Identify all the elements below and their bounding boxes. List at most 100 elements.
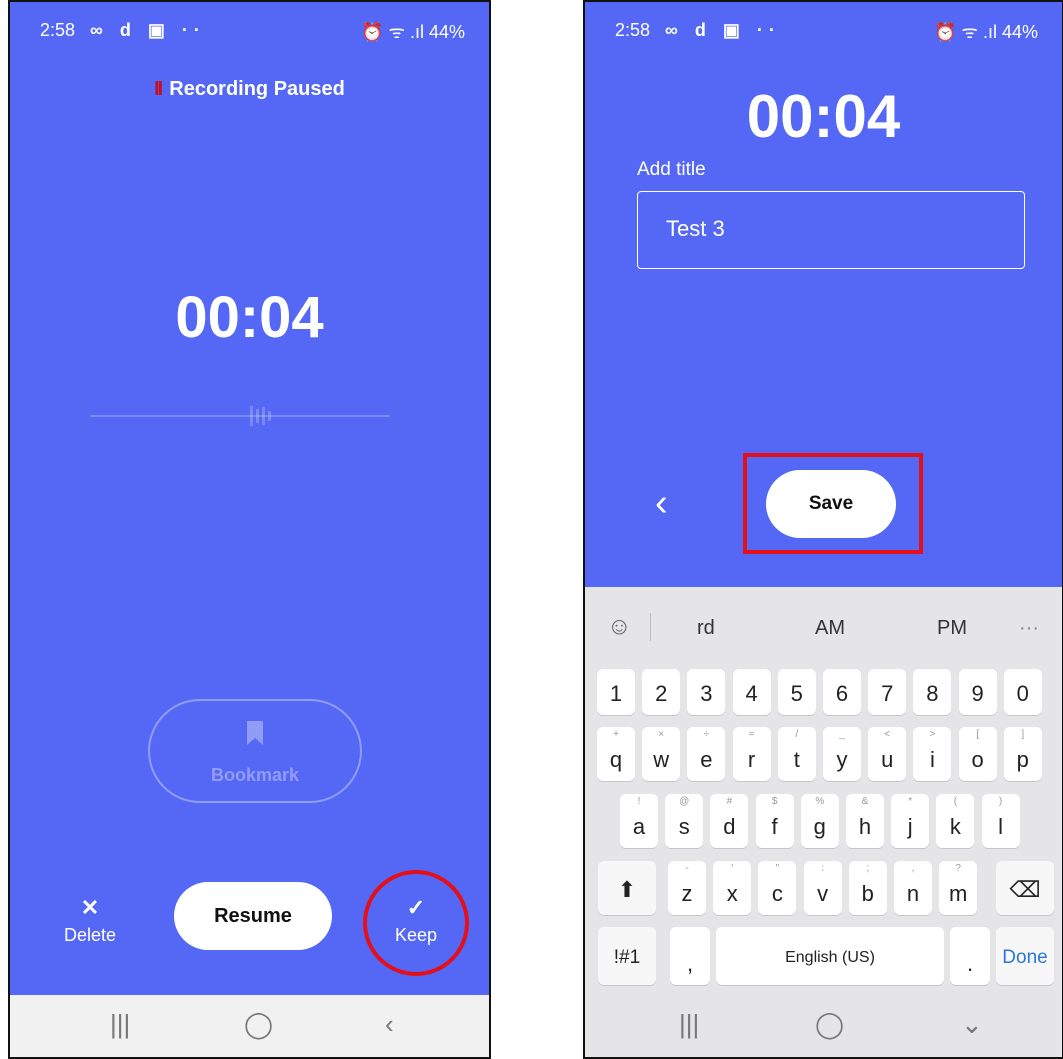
- key-d[interactable]: # d: [710, 794, 749, 848]
- key-s[interactable]: @ s: [665, 794, 704, 848]
- back-button[interactable]: ‹: [655, 482, 668, 525]
- delete-label: Delete: [63, 925, 117, 945]
- title-input[interactable]: Test 3: [637, 191, 1025, 269]
- key-secondary-label: <: [884, 729, 891, 740]
- key-6[interactable]: 6: [823, 669, 861, 715]
- key-secondary-label: #: [726, 796, 733, 807]
- hide-keyboard-icon[interactable]: ⌄: [961, 1009, 983, 1040]
- system-nav-bar: ||| ◯ ‹: [10, 995, 489, 1057]
- key-label: o: [971, 747, 984, 772]
- key-label: p: [1016, 747, 1029, 772]
- suggestion-1[interactable]: rd: [697, 617, 715, 640]
- backspace-key[interactable]: ⌫: [996, 861, 1054, 915]
- suggestion-bar: ☺ rd AM PM ···: [585, 587, 1062, 667]
- key-q[interactable]: + q: [597, 727, 635, 781]
- key-label: s: [678, 814, 690, 839]
- key-u[interactable]: < u: [868, 727, 907, 781]
- delete-button[interactable]: ✕ Delete: [60, 895, 120, 946]
- key-4[interactable]: 4: [732, 669, 771, 715]
- key-w[interactable]: × w: [642, 727, 681, 781]
- key-secondary-label: *: [908, 796, 913, 807]
- key-i[interactable]: > i: [913, 727, 952, 781]
- key-0[interactable]: 0: [1003, 669, 1042, 715]
- key-secondary-label: ?: [955, 863, 961, 874]
- key-c[interactable]: " c: [758, 861, 797, 915]
- key-label: b: [861, 881, 874, 906]
- comma-key[interactable]: ,: [670, 927, 710, 985]
- key-label: e: [700, 747, 713, 772]
- key-8[interactable]: 8: [913, 669, 952, 715]
- key-n[interactable]: ,n: [894, 861, 932, 915]
- key-m[interactable]: ? m: [939, 861, 978, 915]
- key-x[interactable]: ' x: [713, 861, 752, 915]
- status-bar: 2:58 ∞ d ▣ ·· ⏰ ᯤ .ıl 44%: [10, 16, 489, 46]
- key-l[interactable]: ) l: [981, 794, 1020, 848]
- key-p[interactable]: ] p: [1003, 727, 1042, 781]
- key-g[interactable]: % g: [800, 794, 839, 848]
- space-key[interactable]: English (US): [716, 927, 944, 985]
- key-j[interactable]: * j: [891, 794, 930, 848]
- more-suggestions-icon[interactable]: ···: [1019, 617, 1039, 640]
- done-key[interactable]: Done: [996, 927, 1054, 985]
- key-label: u: [881, 747, 894, 772]
- key-label: z: [681, 881, 693, 906]
- key-e[interactable]: ÷ e: [687, 727, 726, 781]
- shift-key[interactable]: ⬆: [598, 861, 656, 915]
- status-time: 2:58: [40, 20, 76, 40]
- recording-paused-label: Recording Paused: [169, 78, 345, 100]
- notification-icons: ∞ d ▣ ··: [665, 20, 781, 40]
- recents-icon[interactable]: |||: [110, 1009, 130, 1040]
- key-9[interactable]: 9: [958, 669, 997, 715]
- key-label: 3: [700, 681, 713, 706]
- key-secondary-label: ×: [658, 729, 665, 740]
- key-r[interactable]: = r: [732, 727, 771, 781]
- key-f[interactable]: $ f: [755, 794, 794, 848]
- key-secondary-label: -: [685, 863, 689, 874]
- status-bar: 2:58 ∞ d ▣ ·· ⏰ ᯤ .ıl 44%: [585, 16, 1062, 46]
- key-a[interactable]: ! a: [620, 794, 658, 848]
- back-icon[interactable]: ‹: [385, 1009, 394, 1040]
- key-o[interactable]: [o: [958, 727, 997, 781]
- key-7[interactable]: 7: [868, 669, 907, 715]
- recording-timer: 00:04: [746, 83, 901, 150]
- key-secondary-label: @: [679, 796, 690, 807]
- bookmark-button[interactable]: Bookmark: [148, 699, 362, 803]
- key-label: r: [747, 747, 756, 772]
- key-label: 4: [745, 681, 758, 706]
- key-label: d: [723, 814, 736, 839]
- key-secondary-label: ): [998, 796, 1003, 807]
- key-h[interactable]: & h: [846, 794, 884, 848]
- key-secondary-label: &: [861, 796, 869, 807]
- key-t[interactable]: / t: [777, 727, 816, 781]
- emoji-icon[interactable]: ☺: [607, 613, 632, 641]
- key-b[interactable]: ; b: [848, 861, 887, 915]
- symbols-key[interactable]: !#1: [598, 927, 656, 985]
- key-label: c: [771, 881, 783, 906]
- key-secondary-label: $: [771, 796, 778, 807]
- suggestion-2[interactable]: AM: [815, 617, 845, 640]
- key-3[interactable]: 3: [687, 669, 726, 715]
- key-label: x: [726, 881, 738, 906]
- key-label: g: [813, 814, 826, 839]
- key-k[interactable]: (k: [936, 794, 975, 848]
- resume-button[interactable]: Resume: [174, 882, 332, 950]
- status-indicators: ⏰ ᯤ .ıl 44%: [934, 22, 1038, 42]
- notification-icons: ∞ d ▣ ··: [90, 20, 206, 40]
- key-1[interactable]: 1: [597, 669, 635, 715]
- key-y[interactable]: _ y: [823, 727, 861, 781]
- suggestion-3[interactable]: PM: [937, 617, 967, 640]
- key-z[interactable]: -z: [668, 861, 706, 915]
- key-2[interactable]: 2: [642, 669, 681, 715]
- recording-paused-banner: II Recording Paused: [10, 78, 489, 101]
- key-5[interactable]: 5: [777, 669, 816, 715]
- key-label: 9: [971, 681, 984, 706]
- recording-timer: 00:04: [175, 285, 324, 350]
- recents-icon[interactable]: |||: [679, 1009, 699, 1040]
- suggestion-divider: [650, 613, 651, 641]
- key-v[interactable]: :v: [803, 861, 842, 915]
- period-key[interactable]: .: [950, 927, 990, 985]
- home-icon[interactable]: ◯: [815, 1009, 844, 1040]
- home-icon[interactable]: ◯: [244, 1009, 273, 1040]
- key-label: w: [653, 747, 670, 772]
- key-label: v: [817, 881, 829, 906]
